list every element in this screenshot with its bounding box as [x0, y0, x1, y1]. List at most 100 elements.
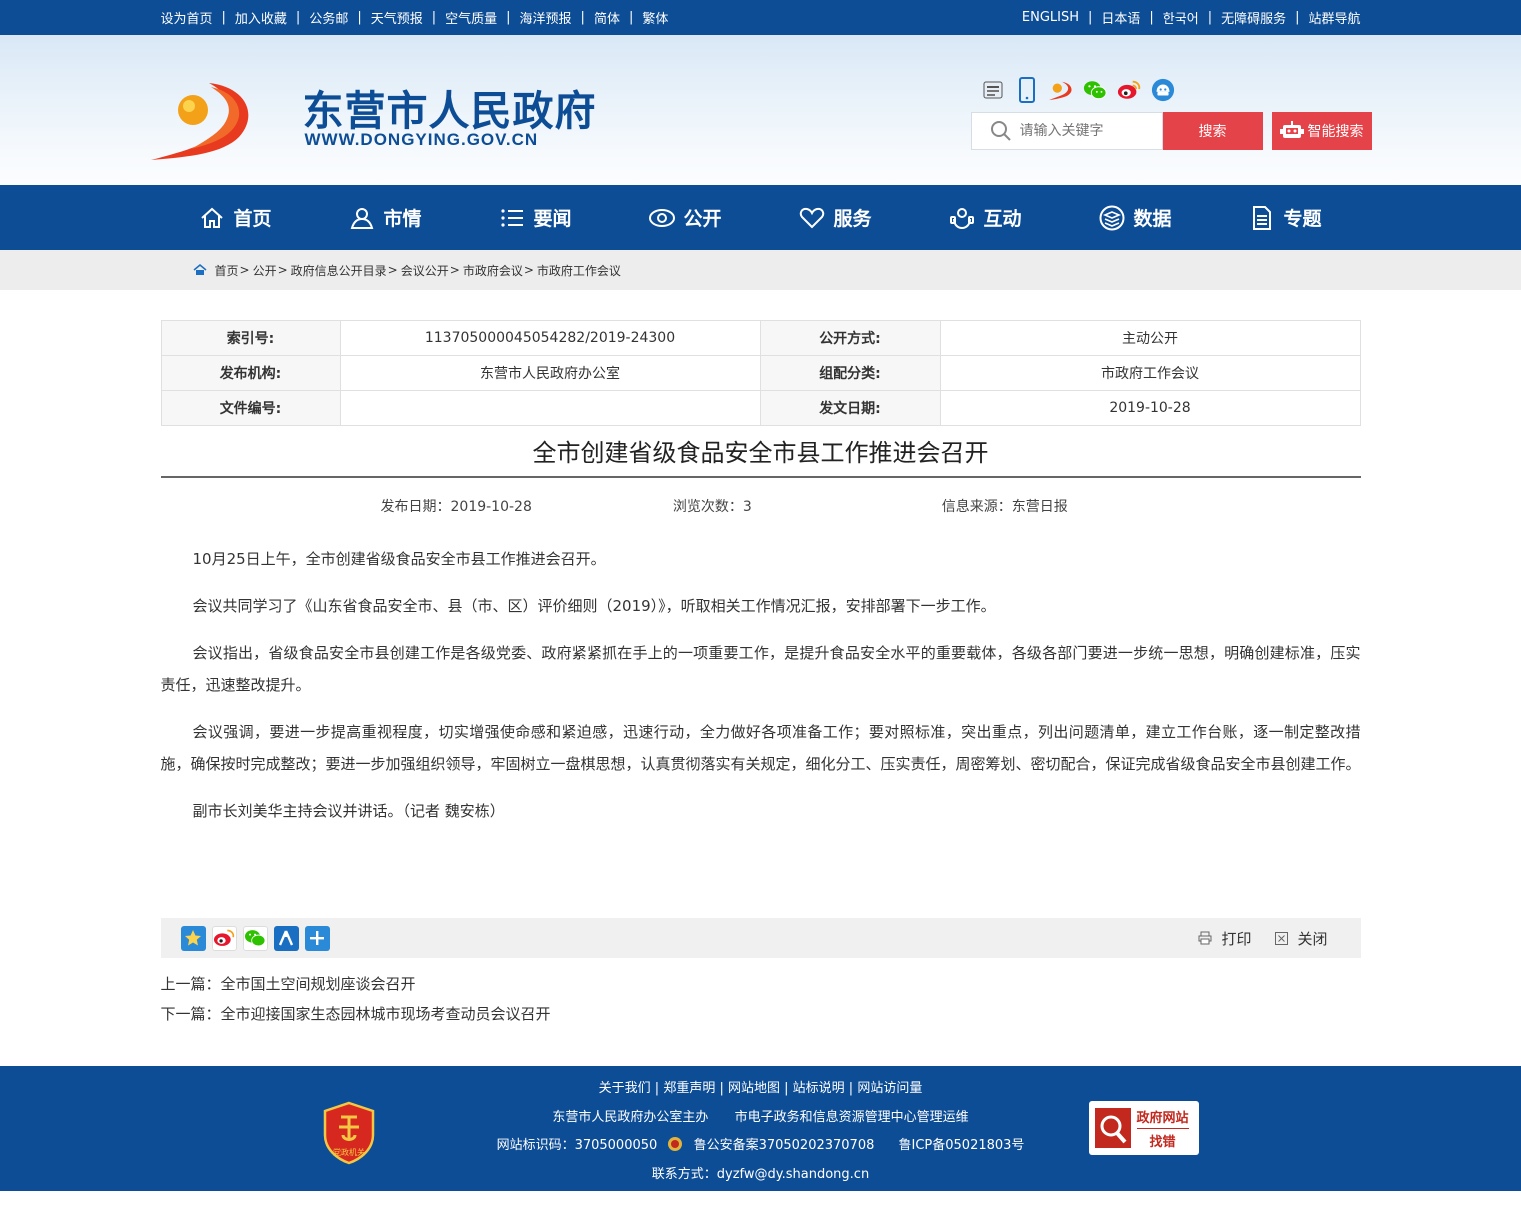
weather-link[interactable]: 天气预报	[371, 8, 423, 27]
paragraph: 会议强调，要进一步提高重视程度，切实增强使命感和紧迫感，迅速行动，全力做好各项准…	[160, 723, 1361, 773]
nav-item-home[interactable]: 首页	[161, 185, 311, 250]
breadcrumb-meetings[interactable]: 会议公开	[401, 262, 449, 279]
nav-label-topic: 专题	[1283, 208, 1322, 230]
heart-icon	[800, 207, 825, 228]
disclaimer-link[interactable]: 郑重声明	[663, 1081, 715, 1096]
breadcrumb-work-meetings[interactable]: 市政府工作会议	[537, 262, 621, 279]
next-article-link[interactable]: 全市迎接国家生态园林城市现场考查动员会议召开	[221, 1005, 551, 1023]
publisher-label: 发布机构:	[160, 355, 341, 391]
nav-item-service[interactable]: 服务	[761, 185, 911, 250]
police-record-link[interactable]: 鲁公安备案37050202370708	[694, 1138, 875, 1153]
add-favorite-link[interactable]: 加入收藏	[235, 8, 287, 27]
top-bar: 设为首页 | 加入收藏 | 公务邮 | 天气预报 | 空气质量 | 海洋预报 | 简体 | 繁…	[0, 0, 1521, 35]
print-label: 打印	[1221, 929, 1252, 948]
site-logo[interactable]	[150, 75, 261, 160]
nav-item-data[interactable]: 数据	[1061, 185, 1211, 250]
site-header: 东营市人民政府 WWW.DONGYING.GOV.CN 请输入关键字 搜索 智能…	[0, 35, 1521, 185]
data-icon	[1099, 205, 1125, 230]
breadcrumb-open[interactable]: 公开	[253, 262, 277, 279]
site-title: 东营市人民政府	[302, 87, 597, 135]
paragraph: 10月25日上午，全市创建省级食品安全市县工作推进会召开。	[192, 550, 606, 568]
nav-label-data: 数据	[1133, 208, 1172, 230]
renren-icon[interactable]	[273, 925, 299, 951]
index-label: 索引号:	[160, 320, 341, 356]
nav-item-city[interactable]: 市情	[311, 185, 461, 250]
set-homepage-link[interactable]: 设为首页	[161, 8, 213, 27]
magnifier-icon	[1094, 1108, 1131, 1148]
article-title: 全市创建省级食品安全市县工作推进会召开	[160, 438, 1361, 478]
mobile-icon[interactable]	[1015, 77, 1039, 103]
breadcrumb-gov-meetings[interactable]: 市政府会议	[463, 262, 523, 279]
operator-text: 市电子政务和信息资源管理中心管理运维	[734, 1109, 969, 1125]
about-link[interactable]: 关于我们	[599, 1081, 651, 1096]
view-count: 浏览次数：3	[672, 499, 752, 515]
prev-article-link[interactable]: 全市国土空间规划座谈会召开	[221, 975, 416, 993]
simplified-link[interactable]: 简体	[594, 8, 620, 27]
official-mail-link[interactable]: 公务邮	[309, 8, 348, 27]
category-value: 市政府工作会议	[939, 355, 1361, 391]
search-input[interactable]	[1019, 123, 1160, 139]
doc-no-label: 文件编号:	[160, 390, 341, 426]
social-icons	[981, 77, 1175, 103]
paragraph: 会议共同学习了《山东省食品安全市、县（市、区）评价细则（2019）》，听取相关工…	[192, 597, 996, 615]
nav-label-city: 市情	[383, 208, 422, 230]
wechat-share-icon[interactable]	[242, 925, 268, 951]
service-hall-icon[interactable]	[981, 77, 1005, 103]
nav-item-news[interactable]: 要闻	[461, 185, 611, 250]
list-icon	[501, 208, 524, 227]
main-nav: 首页 市情 要闻 公开 服务 互动 数据 专题	[0, 185, 1521, 250]
sitemap-link[interactable]: 网站地图	[728, 1081, 780, 1096]
favorite-icon[interactable]	[180, 925, 206, 951]
assistant-icon[interactable]	[1151, 77, 1175, 103]
article-actions: 打印 关闭	[1198, 928, 1328, 949]
document-icon	[1253, 205, 1272, 230]
weibo-icon[interactable]	[1117, 77, 1141, 103]
footer-contact: 联系方式：dyzfw@dy.shandong.cn	[651, 1166, 870, 1182]
party-gov-badge[interactable]: 党政机关	[321, 1101, 377, 1165]
wechat-icon[interactable]	[1083, 77, 1107, 103]
open-mode-value: 主动公开	[939, 320, 1361, 356]
site-url: WWW.DONGYING.GOV.CN	[304, 130, 539, 149]
gov-site-error-report[interactable]: 政府网站 找错	[1088, 1101, 1199, 1155]
search-icon	[990, 121, 1011, 141]
site-group-nav-link[interactable]: 站群导航	[1308, 8, 1360, 27]
print-button[interactable]: 打印	[1198, 928, 1251, 949]
share-bar: 打印 关闭	[160, 918, 1361, 958]
smart-search-button[interactable]: 智能搜索	[1271, 112, 1372, 150]
japanese-link[interactable]: 日本语	[1101, 8, 1140, 27]
weibo-share-icon[interactable]	[211, 925, 237, 951]
nav-item-interaction[interactable]: 互动	[911, 185, 1061, 250]
share-icons	[180, 925, 330, 951]
interaction-icon	[950, 207, 975, 229]
prev-label: 上一篇：	[160, 975, 221, 993]
police-emblem-icon	[668, 1137, 683, 1151]
search-button[interactable]: 搜索	[1162, 112, 1263, 150]
home-small-icon	[193, 264, 206, 275]
close-button[interactable]: 关闭	[1275, 928, 1328, 949]
app-icon[interactable]	[1048, 77, 1073, 103]
nav-item-topic[interactable]: 专题	[1211, 185, 1361, 250]
accessibility-link[interactable]: 无障碍服务	[1221, 8, 1286, 27]
nav-label-open: 公开	[683, 208, 722, 230]
home-icon	[201, 207, 224, 228]
ocean-forecast-link[interactable]: 海洋预报	[520, 8, 572, 27]
eye-icon	[649, 208, 676, 227]
top-right-links: ENGLISH | 日本语 | 한국어 | 无障碍服务 | 站群导航	[1021, 8, 1361, 27]
korean-link[interactable]: 한국어	[1163, 8, 1199, 27]
english-link[interactable]: ENGLISH	[1022, 10, 1079, 25]
nav-label-home: 首页	[233, 208, 272, 230]
search-box	[970, 112, 1163, 150]
nav-item-open[interactable]: 公开	[611, 185, 761, 250]
breadcrumb-directory[interactable]: 政府信息公开目录	[291, 262, 387, 279]
nav-label-service: 服务	[833, 208, 872, 230]
more-share-icon[interactable]	[304, 925, 330, 951]
visits-link[interactable]: 网站访问量	[857, 1081, 922, 1096]
traditional-link[interactable]: 繁体	[642, 8, 668, 27]
paragraph: 副市长刘美华主持会议并讲话。（记者 魏安栋）	[192, 802, 505, 820]
air-quality-link[interactable]: 空气质量	[445, 8, 497, 27]
paragraph: 会议指出，省级食品安全市县创建工作是各级党委、政府紧紧抓在手上的一项重要工作，是…	[160, 644, 1361, 694]
icp-link[interactable]: 鲁ICP备05021803号	[899, 1138, 1025, 1153]
logo-info-link[interactable]: 站标说明	[793, 1081, 845, 1096]
error-report-line1: 政府网站	[1136, 1107, 1189, 1129]
breadcrumb-home[interactable]: 首页	[215, 262, 239, 279]
